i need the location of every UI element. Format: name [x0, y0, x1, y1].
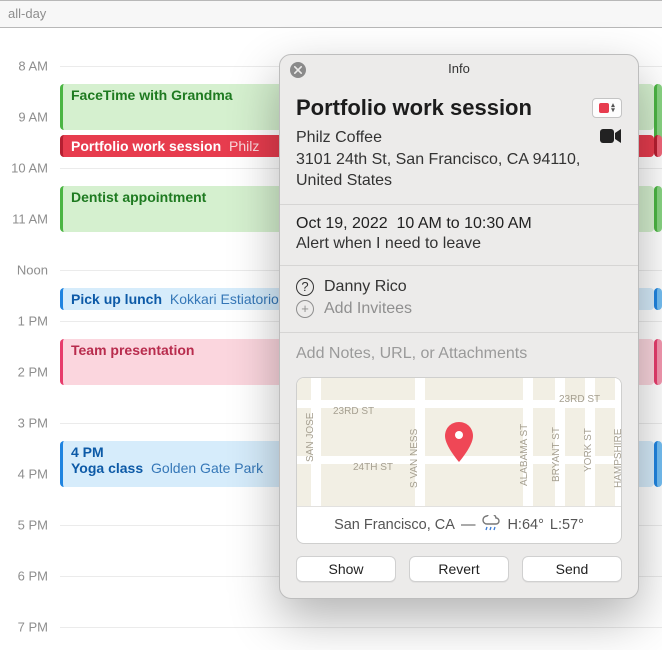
color-swatch	[599, 103, 609, 113]
event-title: Dentist appointment	[71, 189, 206, 205]
event-location: Philz	[225, 138, 259, 154]
street-label: S VAN NESS	[409, 429, 420, 488]
event-title-input[interactable]: Portfolio work session	[296, 95, 532, 121]
event-date: Oct 19, 2022	[296, 215, 388, 232]
add-invitees-button[interactable]: + Add Invitees	[296, 298, 622, 320]
hour-label: 4 PM	[18, 467, 48, 482]
adjacent-day-stripe	[654, 186, 662, 232]
popover-header: Info	[280, 61, 638, 76]
hour-label: 10 AM	[11, 161, 48, 176]
street-label: YORK ST	[583, 428, 594, 472]
street-label: ALABAMA ST	[519, 424, 530, 486]
plus-icon: +	[296, 300, 314, 318]
send-button[interactable]: Send	[522, 556, 622, 582]
hour-label: Noon	[17, 263, 48, 278]
event-title: Team presentation	[71, 342, 194, 358]
notes-field[interactable]: Add Notes, URL, or Attachments	[296, 343, 622, 373]
street-label: 23RD ST	[333, 406, 374, 417]
event-time: 10 AM to 10:30 AM	[397, 215, 532, 232]
map-pin-icon	[444, 422, 474, 467]
hour-label: 3 PM	[18, 416, 48, 431]
street-label: SAN JOSE	[305, 412, 316, 461]
event-location: Kokkari Estiatorio	[166, 291, 279, 307]
revert-button[interactable]: Revert	[409, 556, 509, 582]
weather-hi: H:64°	[507, 517, 543, 533]
event-datetime-field[interactable]: Oct 19, 2022 10 AM to 10:30 AM	[296, 215, 622, 233]
adjacent-day-stripe	[654, 135, 662, 157]
hour-label: 2 PM	[18, 365, 48, 380]
weather-city: San Francisco, CA	[334, 517, 455, 533]
event-title: Pick up lunch	[71, 291, 162, 307]
hour-label: 8 AM	[18, 59, 48, 74]
street-label: 23RD ST	[559, 394, 600, 405]
event-alert-field[interactable]: Alert when I need to leave	[296, 235, 622, 253]
map-weather-footer: San Francisco, CA — H:64° L:57°	[297, 506, 621, 543]
hour-label: 6 PM	[18, 569, 48, 584]
question-icon: ?	[296, 278, 314, 296]
event-location: Golden Gate Park	[147, 460, 263, 476]
hour-gutter: 8 AM 9 AM 10 AM 11 AM Noon 1 PM 2 PM 3 P…	[0, 28, 52, 650]
event-info-popover: Info Portfolio work session ▴▾ Philz Cof…	[279, 54, 639, 599]
rain-cloud-icon	[481, 515, 501, 535]
street-label: HAMPSHIRE	[613, 428, 622, 487]
location-address: 3101 24th St, San Francisco, CA 94110, U…	[296, 151, 580, 190]
hour-label: 1 PM	[18, 314, 48, 329]
invitee-row[interactable]: ? Danny Rico	[296, 276, 622, 298]
hour-label: 7 PM	[18, 620, 48, 635]
hour-label: 5 PM	[18, 518, 48, 533]
adjacent-day-stripe	[654, 441, 662, 487]
weather-sep: —	[461, 517, 476, 533]
add-invitees-label: Add Invitees	[324, 300, 412, 318]
weather-lo: L:57°	[550, 517, 584, 533]
event-title: FaceTime with Grandma	[71, 87, 233, 103]
adjacent-day-stripe	[654, 288, 662, 310]
calendar-color-picker[interactable]: ▴▾	[592, 98, 622, 118]
location-map[interactable]: 23RD ST 24TH ST 23RD ST SAN JOSE S VAN N…	[296, 377, 622, 544]
event-title: Yoga class	[71, 460, 143, 476]
adjacent-day-stripe	[654, 339, 662, 385]
event-location-field[interactable]: Philz Coffee 3101 24th St, San Francisco…	[296, 127, 600, 192]
event-time: 4 PM	[71, 444, 104, 460]
show-button[interactable]: Show	[296, 556, 396, 582]
all-day-row[interactable]: all-day	[0, 0, 662, 28]
chevron-updown-icon: ▴▾	[611, 103, 615, 113]
location-name: Philz Coffee	[296, 129, 382, 146]
street-label: 24TH ST	[353, 462, 393, 473]
hour-label: 9 AM	[18, 110, 48, 125]
event-title: Portfolio work session	[71, 138, 221, 154]
hour-label: 11 AM	[12, 212, 48, 227]
video-icon[interactable]	[600, 127, 622, 150]
invitee-name: Danny Rico	[324, 278, 407, 296]
street-label: BRYANT ST	[551, 427, 562, 482]
